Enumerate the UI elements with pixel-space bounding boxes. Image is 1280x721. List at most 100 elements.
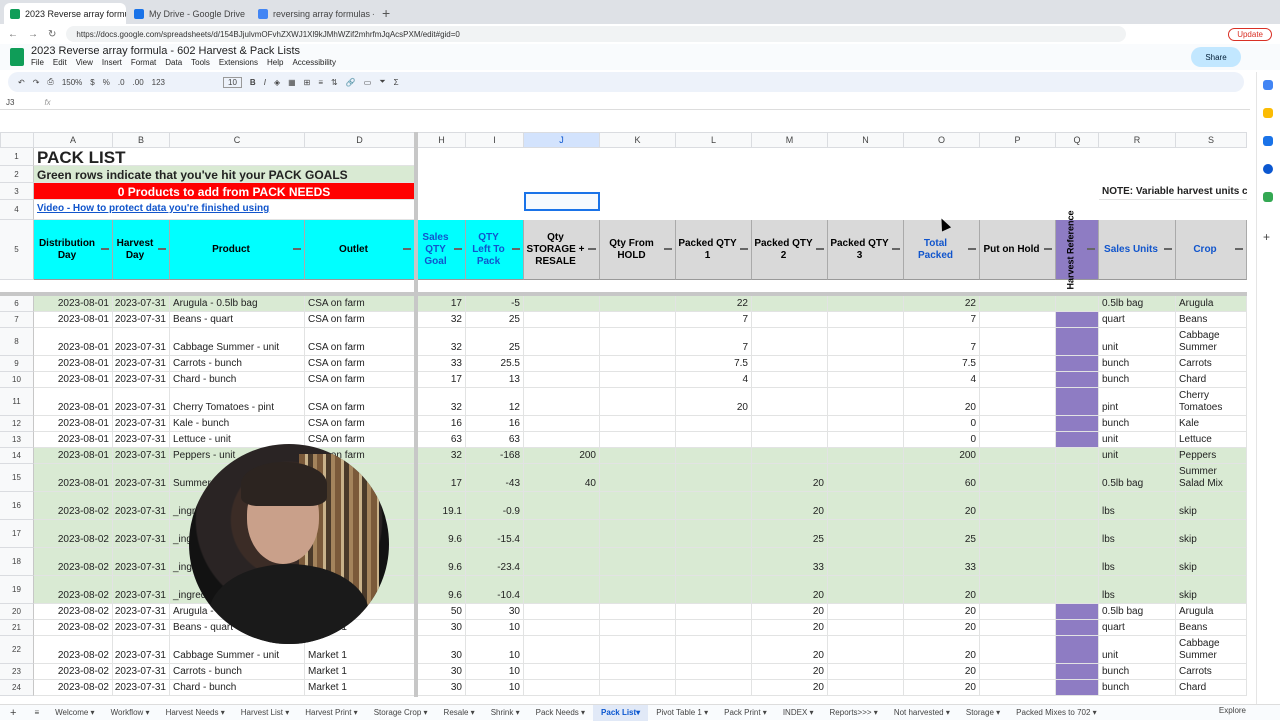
- cell-m[interactable]: 20: [752, 576, 828, 604]
- cell-r[interactable]: unit: [1099, 636, 1176, 664]
- cell-d[interactable]: Market 1: [305, 664, 415, 680]
- sheet-tab-dropdown-icon[interactable]: ▾: [143, 708, 150, 717]
- sheet-tab[interactable]: Storage ▾: [958, 708, 1008, 717]
- row-header[interactable]: 4: [0, 200, 34, 220]
- column-header-m[interactable]: M: [752, 132, 828, 148]
- cell-p[interactable]: [980, 492, 1056, 520]
- cell-j[interactable]: [524, 636, 600, 664]
- sheet-tab[interactable]: Harvest Print ▾: [297, 708, 365, 717]
- cell-l[interactable]: 7: [676, 328, 752, 356]
- frozen-column-divider[interactable]: [414, 132, 418, 697]
- row-header[interactable]: 6: [0, 296, 34, 312]
- filter-icon[interactable]: [1044, 247, 1052, 253]
- cell-m[interactable]: 20: [752, 464, 828, 492]
- cell-d[interactable]: CSA on farm: [305, 416, 415, 432]
- row-header[interactable]: 3: [0, 183, 34, 200]
- cell-l[interactable]: [676, 492, 752, 520]
- row-header[interactable]: 7: [0, 312, 34, 328]
- cell-s[interactable]: Beans: [1176, 620, 1247, 636]
- column-header-k[interactable]: K: [600, 132, 676, 148]
- name-box[interactable]: J3: [6, 98, 14, 107]
- menu-edit[interactable]: Edit: [53, 58, 67, 67]
- header-packed3[interactable]: Packed QTY 3: [828, 220, 904, 280]
- header-packed2[interactable]: Packed QTY 2: [752, 220, 828, 280]
- cell-a[interactable]: 2023-08-02: [34, 520, 113, 548]
- filter-icon[interactable]: [1087, 247, 1095, 253]
- cell-h[interactable]: 9.6: [418, 520, 466, 548]
- row-header[interactable]: 19: [0, 576, 34, 604]
- menu-format[interactable]: Format: [131, 58, 156, 67]
- row-header[interactable]: 5: [0, 220, 34, 280]
- filter-icon[interactable]: ⏷: [379, 77, 385, 87]
- cell-q[interactable]: [1056, 636, 1099, 664]
- cell-r[interactable]: 0.5lb bag: [1099, 604, 1176, 620]
- currency-button[interactable]: $: [90, 78, 94, 87]
- sheet-tab[interactable]: Harvest Needs ▾: [158, 708, 233, 717]
- cell-i[interactable]: -168: [466, 448, 524, 464]
- header-sales-units[interactable]: Sales Units: [1099, 220, 1176, 280]
- filter-icon[interactable]: [293, 247, 301, 253]
- cell-l[interactable]: 22: [676, 296, 752, 312]
- cell-p[interactable]: [980, 680, 1056, 696]
- cell-h[interactable]: 32: [418, 448, 466, 464]
- cell-m[interactable]: [752, 356, 828, 372]
- cell-i[interactable]: 12: [466, 388, 524, 416]
- cell-r[interactable]: unit: [1099, 448, 1176, 464]
- cell-j[interactable]: [524, 416, 600, 432]
- filter-icon[interactable]: [816, 247, 824, 253]
- cell-i[interactable]: 10: [466, 636, 524, 664]
- filter-icon[interactable]: [892, 247, 900, 253]
- cell-m[interactable]: [752, 448, 828, 464]
- cell-d[interactable]: CSA on farm: [305, 432, 415, 448]
- cell-k[interactable]: [600, 548, 676, 576]
- cell-c[interactable]: Carrots - bunch: [170, 356, 305, 372]
- cell-j[interactable]: [524, 432, 600, 448]
- cell-i[interactable]: 25: [466, 328, 524, 356]
- cell-b[interactable]: 2023-07-31: [113, 328, 170, 356]
- cell-i[interactable]: 10: [466, 680, 524, 696]
- cell-j[interactable]: [524, 312, 600, 328]
- merge-icon[interactable]: ⊞: [304, 78, 311, 87]
- cell-c[interactable]: Arugula - 0.5lb bag: [170, 296, 305, 312]
- cell-n[interactable]: [828, 680, 904, 696]
- column-header-b[interactable]: B: [113, 132, 170, 148]
- row-header[interactable]: 12: [0, 416, 34, 432]
- cell-a[interactable]: 2023-08-02: [34, 492, 113, 520]
- sheet-tab[interactable]: Harvest List ▾: [233, 708, 297, 717]
- cell-i[interactable]: 10: [466, 620, 524, 636]
- cell-b[interactable]: 2023-07-31: [113, 492, 170, 520]
- cell-l[interactable]: 7.5: [676, 356, 752, 372]
- cell-s[interactable]: skip: [1176, 576, 1247, 604]
- cell-o[interactable]: 20: [904, 604, 980, 620]
- column-header-r[interactable]: R: [1099, 132, 1176, 148]
- cell-i[interactable]: -10.4: [466, 576, 524, 604]
- cell-i[interactable]: 13: [466, 372, 524, 388]
- keep-icon[interactable]: [1263, 108, 1273, 118]
- cell-s[interactable]: skip: [1176, 548, 1247, 576]
- cell-j[interactable]: [524, 388, 600, 416]
- cell-r[interactable]: lbs: [1099, 576, 1176, 604]
- cell-m[interactable]: 20: [752, 636, 828, 664]
- calendar-icon[interactable]: [1263, 80, 1273, 90]
- cell-c[interactable]: Cabbage Summer - unit: [170, 328, 305, 356]
- cell-o[interactable]: 20: [904, 664, 980, 680]
- cell-h[interactable]: 30: [418, 680, 466, 696]
- cell-o[interactable]: 4: [904, 372, 980, 388]
- cell-q[interactable]: [1056, 328, 1099, 356]
- cell-j[interactable]: [524, 548, 600, 576]
- cell-s[interactable]: Beans: [1176, 312, 1247, 328]
- cell-m[interactable]: [752, 388, 828, 416]
- cell-j[interactable]: [524, 680, 600, 696]
- cell-k[interactable]: [600, 312, 676, 328]
- cell-c[interactable]: Beans - quart: [170, 312, 305, 328]
- cell-h[interactable]: 30: [418, 636, 466, 664]
- row-header[interactable]: 14: [0, 448, 34, 464]
- header-packed1[interactable]: Packed QTY 1: [676, 220, 752, 280]
- cell-o[interactable]: 25: [904, 520, 980, 548]
- sheet-tab[interactable]: Pack List ▾: [593, 704, 649, 721]
- cell-h[interactable]: 30: [418, 664, 466, 680]
- sheet-tab[interactable]: Not harvested ▾: [886, 708, 958, 717]
- row-header[interactable]: 2: [0, 166, 34, 183]
- back-icon[interactable]: ←: [8, 29, 18, 40]
- column-header-q[interactable]: Q: [1056, 132, 1099, 148]
